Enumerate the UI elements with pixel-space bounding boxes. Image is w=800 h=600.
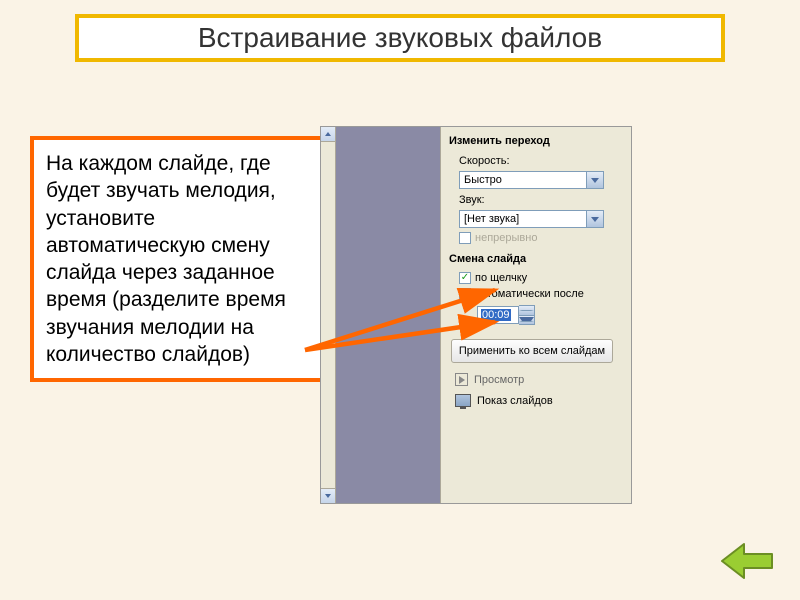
section-advance-title: Смена слайда: [441, 245, 631, 269]
spinner-down-icon[interactable]: [519, 316, 534, 325]
loop-checkbox-row: непрерывно: [441, 229, 631, 245]
scrollbar[interactable]: [321, 127, 336, 503]
spinner-buttons[interactable]: [519, 305, 535, 325]
instruction-callout: На каждом слайде, где будет звучать мело…: [30, 136, 330, 382]
app-screenshot: Изменить переход Скорость: Быстро Звук: …: [320, 126, 632, 504]
sound-label: Звук:: [441, 190, 631, 209]
apply-all-label: Применить ко всем слайдам: [459, 345, 605, 357]
slideshow-label: Показ слайдов: [477, 395, 553, 407]
preview-label: Просмотр: [474, 374, 524, 386]
on-click-label: по щелчку: [475, 272, 527, 284]
speed-dropdown[interactable]: Быстро: [459, 171, 604, 189]
section-transition-title: Изменить переход: [441, 127, 631, 151]
speed-label: Скорость:: [441, 151, 631, 170]
scroll-down-icon[interactable]: [321, 488, 335, 503]
preview-link[interactable]: Просмотр: [441, 367, 631, 388]
slideshow-link[interactable]: Показ слайдов: [441, 388, 631, 409]
checkbox-icon: [459, 232, 471, 244]
scroll-up-icon[interactable]: [321, 127, 335, 142]
transition-task-pane: Изменить переход Скорость: Быстро Звук: …: [440, 127, 631, 503]
sound-value: [Нет звука]: [464, 213, 519, 225]
arrow-left-icon: [718, 536, 778, 586]
instruction-text: На каждом слайде, где будет звучать мело…: [46, 152, 286, 366]
time-value: 00:09: [481, 309, 511, 321]
checkbox-checked-icon[interactable]: ✓: [459, 272, 471, 284]
page-title: Встраивание звуковых файлов: [198, 22, 602, 54]
back-arrow-button[interactable]: [718, 536, 778, 586]
chevron-down-icon[interactable]: [586, 172, 603, 188]
checkbox-checked-icon[interactable]: ✓: [459, 288, 471, 300]
page-title-box: Встраивание звуковых файлов: [75, 14, 725, 62]
spinner-up-icon[interactable]: [519, 306, 534, 316]
auto-after-checkbox-row[interactable]: ✓ автоматически после: [441, 285, 631, 301]
on-click-checkbox-row[interactable]: ✓ по щелчку: [441, 269, 631, 285]
auto-after-label: автоматически после: [475, 288, 584, 300]
time-spinner[interactable]: 00:09: [477, 306, 519, 324]
play-icon: [455, 373, 468, 386]
sound-dropdown[interactable]: [Нет звука]: [459, 210, 604, 228]
loop-label: непрерывно: [475, 232, 537, 244]
apply-all-button[interactable]: Применить ко всем слайдам: [451, 339, 613, 363]
monitor-icon: [455, 394, 471, 407]
speed-value: Быстро: [464, 174, 502, 186]
chevron-down-icon[interactable]: [586, 211, 603, 227]
